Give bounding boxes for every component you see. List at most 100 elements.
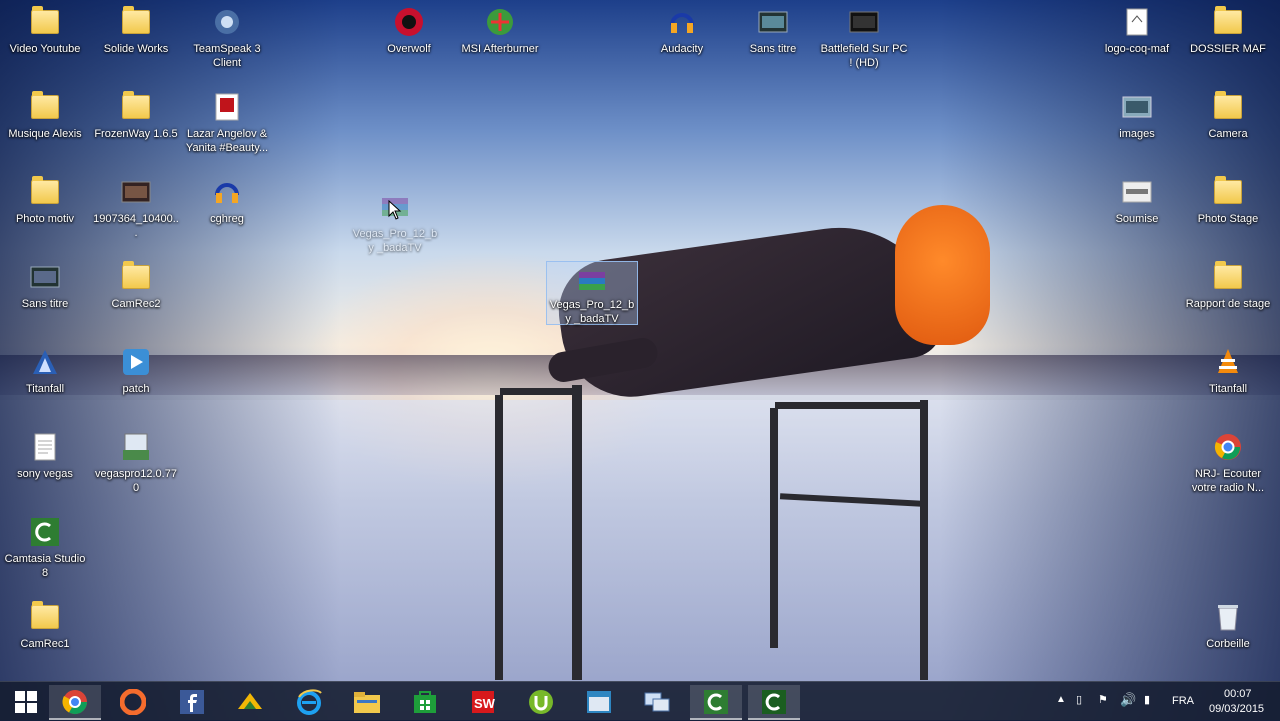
- overwolf-icon: [393, 6, 425, 38]
- wallpaper-bar: [920, 400, 928, 680]
- window-icon: [587, 690, 611, 713]
- teamspeak-icon: [211, 6, 243, 38]
- desktop-icon-sans-titre-2[interactable]: Sans titre: [0, 255, 90, 311]
- mouse-cursor-icon: [388, 200, 402, 220]
- icon-label: 1907364_10400...: [93, 213, 179, 239]
- desktop-icon-vegas-pro-rar[interactable]: Vegas_Pro_12_by _badaTV: [546, 261, 638, 325]
- taskbar-chrome[interactable]: [49, 685, 101, 720]
- icon-label: Photo motiv: [15, 213, 75, 225]
- taskbar-internet-explorer[interactable]: [283, 685, 335, 718]
- icon-label: Camtasia Studio 8: [4, 553, 86, 579]
- wallpaper-bar: [770, 408, 778, 648]
- icon-label: DOSSIER MAF: [1190, 43, 1266, 55]
- audacity-icon: [211, 176, 243, 208]
- desktop-icon-cghreg[interactable]: cghreg: [182, 170, 272, 226]
- taskbar-store[interactable]: [399, 685, 451, 718]
- icon-label: Battlefield Sur PC ! (HD): [820, 43, 908, 69]
- folder-icon: [1212, 6, 1244, 38]
- folder-icon: [120, 261, 152, 293]
- desktop-icon-teamspeak[interactable]: TeamSpeak 3 Client: [182, 0, 272, 70]
- pdf-icon: [211, 91, 243, 123]
- tray-date[interactable]: 09/03/2015: [1209, 703, 1264, 715]
- desktop-icon-battlefield[interactable]: Battlefield Sur PC ! (HD): [819, 0, 909, 70]
- video-icon: [29, 261, 61, 293]
- tray-action-center-icon[interactable]: ⚑: [1098, 693, 1108, 706]
- taskbar-network-app[interactable]: [631, 685, 683, 718]
- desktop-icon-lazar-angelov[interactable]: Lazar Angelov & Yanita #Beauty...: [182, 85, 272, 155]
- installer-icon: [120, 431, 152, 463]
- icon-label: Overwolf: [387, 43, 431, 55]
- utorrent-icon: [529, 689, 553, 714]
- windows-logo-icon: [15, 690, 37, 713]
- taskbar-camtasia-studio[interactable]: [748, 685, 800, 720]
- desktop-icon-sony-vegas[interactable]: sony vegas: [0, 425, 90, 481]
- icon-label: Vegas_Pro_12_by _badaTV: [549, 299, 635, 325]
- desktop-icon-logo-coq-maf[interactable]: logo-coq-maf: [1092, 0, 1182, 56]
- taskbar-origin[interactable]: [107, 685, 159, 718]
- desktop-icon-recycle-bin[interactable]: Corbeille: [1183, 595, 1273, 651]
- desktop-icon-patch[interactable]: patch: [91, 340, 181, 396]
- desktop-icon-nrj-radio[interactable]: NRJ- Ecouter votre radio N...: [1183, 425, 1273, 495]
- taskbar: SW ▲ ▯ ⚑ 🔊 ▮ FRA 00:07 09/03/2015: [0, 681, 1280, 721]
- desktop-icon-rapport-de-stage[interactable]: Rapport de stage: [1183, 255, 1273, 311]
- tool-icon: [238, 692, 262, 709]
- taskbar-camtasia-recorder[interactable]: [690, 685, 742, 720]
- desktop-icon-vegaspro-installer[interactable]: vegaspro12.0.770: [91, 425, 181, 495]
- taskbar-facebook[interactable]: [166, 685, 218, 718]
- icon-label: cghreg: [210, 213, 244, 225]
- desktop-icon-dossier-maf[interactable]: DOSSIER MAF: [1183, 0, 1273, 56]
- tray-volume-icon[interactable]: 🔊: [1120, 692, 1136, 708]
- tray-language[interactable]: FRA: [1172, 695, 1194, 707]
- desktop-icon-camrec2[interactable]: CamRec2: [91, 255, 181, 311]
- tray-time[interactable]: 00:07: [1224, 688, 1252, 700]
- desktop-icon-solide-works[interactable]: Solide Works: [91, 0, 181, 56]
- wallpaper-person-hat: [895, 205, 990, 345]
- taskbar-utorrent[interactable]: [515, 685, 567, 718]
- tray-device-icon[interactable]: ▯: [1076, 693, 1082, 706]
- audacity-icon: [666, 6, 698, 38]
- desktop-icon-soumise[interactable]: Soumise: [1092, 170, 1182, 226]
- desktop-icon-photo-stage[interactable]: Photo Stage: [1183, 170, 1273, 226]
- desktop-icon-photo-motiv[interactable]: Photo motiv: [0, 170, 90, 226]
- video-icon: [848, 6, 880, 38]
- wallpaper-bar: [775, 402, 925, 409]
- icon-label: FrozenWay 1.6.5: [94, 128, 178, 140]
- desktop-icon-frozenway[interactable]: FrozenWay 1.6.5: [91, 85, 181, 141]
- camtasia-icon: [29, 516, 61, 548]
- desktop-icon-audacity[interactable]: Audacity: [637, 0, 727, 56]
- wallpaper-bar: [495, 395, 503, 680]
- desktop-icon-msi-afterburner[interactable]: MSI Afterburner: [455, 0, 545, 56]
- patch-icon: [120, 346, 152, 378]
- icon-label: Titanfall: [1208, 383, 1248, 395]
- desktop-icon-camtasia-studio[interactable]: Camtasia Studio 8: [0, 510, 90, 580]
- folder-icon: [1212, 176, 1244, 208]
- desktop-icon-video-file[interactable]: 1907364_10400...: [91, 170, 181, 240]
- taskbar-window-app[interactable]: [573, 685, 625, 718]
- desktop-icon-titanfall[interactable]: Titanfall: [0, 340, 90, 396]
- taskbar-file-explorer[interactable]: [341, 685, 393, 718]
- svg-text:SW: SW: [474, 696, 496, 711]
- taskbar-tool-app[interactable]: [224, 685, 276, 718]
- tray-overflow-icon[interactable]: ▲: [1056, 694, 1066, 705]
- desktop-icon-images[interactable]: images: [1092, 85, 1182, 141]
- desktop-icon-video-youtube[interactable]: Video Youtube: [0, 0, 90, 56]
- image-file-icon: [1121, 176, 1153, 208]
- folder-icon: [1212, 261, 1244, 293]
- start-button[interactable]: [0, 685, 52, 718]
- icon-label: MSI Afterburner: [461, 43, 539, 55]
- folder-icon: [29, 601, 61, 633]
- titanfall-icon: [29, 346, 61, 378]
- folder-icon: [29, 91, 61, 123]
- desktop-icon-sans-titre[interactable]: Sans titre: [728, 0, 818, 56]
- tray-network-icon[interactable]: ▮: [1144, 693, 1150, 706]
- folder-icon: [120, 6, 152, 38]
- icon-label: sony vegas: [17, 468, 73, 480]
- desktop-icon-musique-alexis[interactable]: Musique Alexis: [0, 85, 90, 141]
- desktop-icon-titanfall-vlc[interactable]: Titanfall: [1183, 340, 1273, 396]
- taskbar-solidworks[interactable]: SW: [457, 685, 509, 718]
- camtasia-icon: [704, 689, 728, 714]
- desktop-icon-overwolf[interactable]: Overwolf: [364, 0, 454, 56]
- desktop-icon-camrec1[interactable]: CamRec1: [0, 595, 90, 651]
- icon-label: patch: [122, 383, 150, 395]
- desktop-icon-camera[interactable]: Camera: [1183, 85, 1273, 141]
